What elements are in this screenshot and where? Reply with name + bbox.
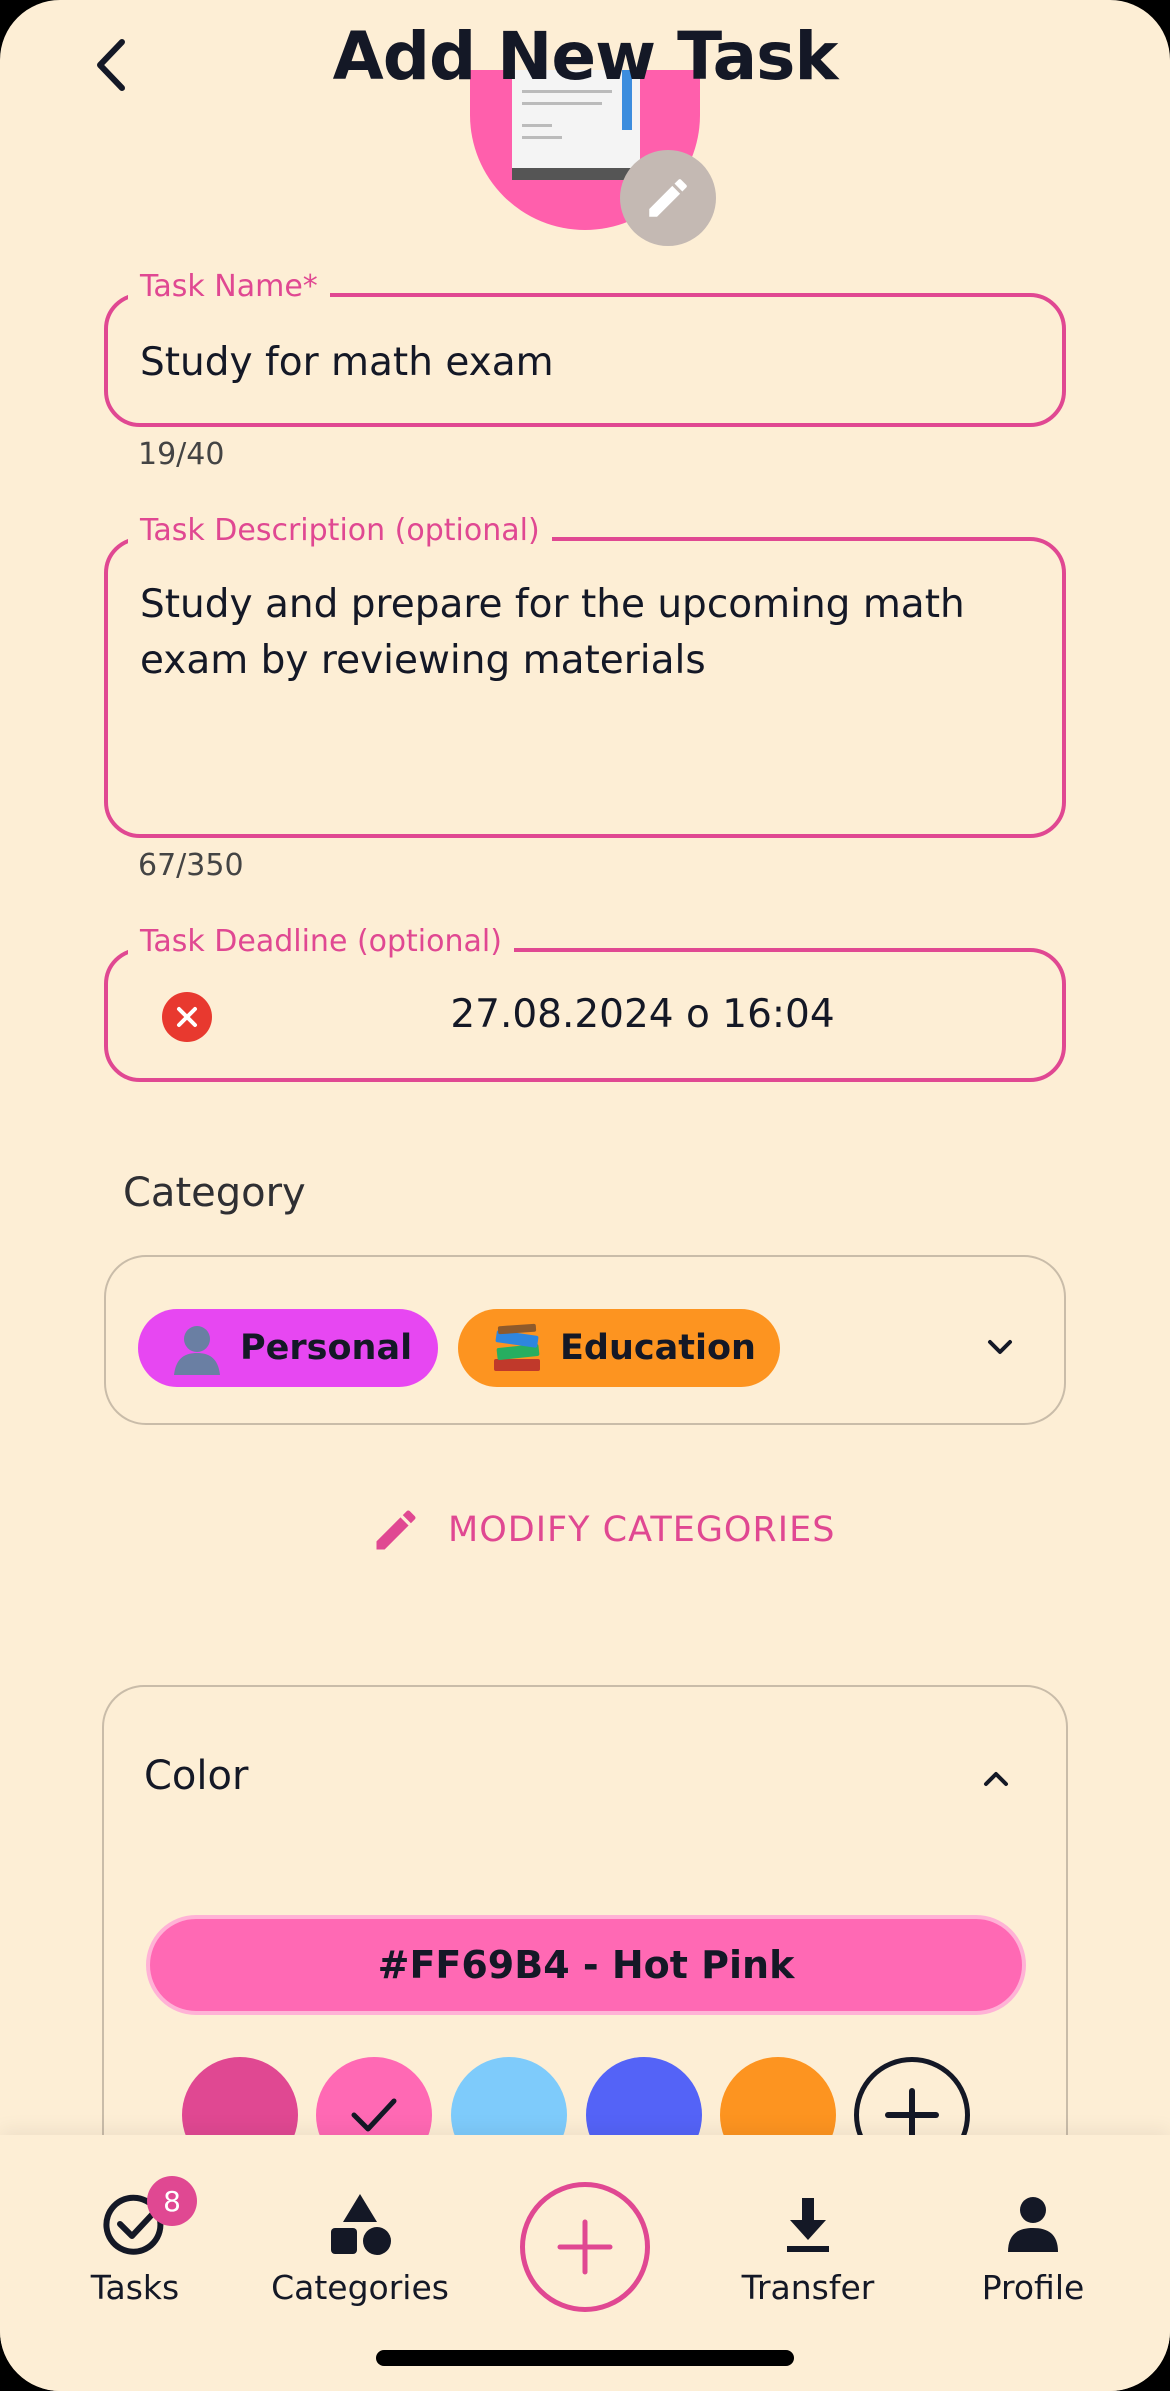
color-title: Color: [144, 1753, 249, 1799]
books-icon: [488, 1319, 546, 1377]
edit-image-button[interactable]: [620, 150, 716, 246]
page-title: Add New Task: [332, 18, 839, 95]
category-chip-label: Personal: [240, 1328, 413, 1368]
category-select[interactable]: Personal Education: [104, 1255, 1066, 1425]
nav-profile-label: Profile: [981, 2268, 1085, 2307]
task-description-line: Study and prepare for the upcoming math: [140, 582, 965, 627]
color-collapse-toggle[interactable]: [976, 1759, 1016, 1799]
category-dropdown-toggle[interactable]: [980, 1327, 1020, 1367]
category-chip-personal[interactable]: Personal: [138, 1309, 438, 1387]
nav-tasks[interactable]: 8 Tasks: [15, 2176, 255, 2307]
pencil-icon: [649, 179, 687, 217]
category-chip-label: Education: [560, 1328, 756, 1368]
bust-silhouette-icon: [168, 1319, 226, 1377]
check-circle-icon: 8: [100, 2176, 197, 2260]
download-icon: [773, 2190, 843, 2260]
category-chip-education[interactable]: Education: [458, 1309, 780, 1387]
tasks-badge: 8: [147, 2176, 197, 2226]
add-task-button[interactable]: [520, 2182, 650, 2312]
nav-transfer-label: Transfer: [741, 2268, 875, 2307]
task-description-input[interactable]: Study and prepare for the upcoming math …: [140, 577, 965, 689]
task-description-label: Task Description (optional): [128, 513, 552, 548]
task-description-line: exam by reviewing materials: [140, 638, 706, 683]
task-deadline-value[interactable]: 27.08.2024 o 16:04: [108, 992, 1062, 1037]
task-description-field[interactable]: Task Description (optional) Study and pr…: [104, 513, 1066, 838]
nav-categories-label: Categories: [271, 2268, 449, 2307]
task-deadline-label: Task Deadline (optional): [128, 924, 514, 959]
task-name-input[interactable]: Study for math exam: [140, 335, 554, 391]
selected-color-label: #FF69B4 - Hot Pink: [146, 1915, 1026, 2015]
task-description-counter: 67/350: [138, 848, 244, 883]
app-screen: Add New Task Task Name* Study for math e…: [0, 0, 1170, 2391]
modify-categories-label: MODIFY CATEGORIES: [448, 1510, 836, 1550]
home-indicator: [376, 2350, 794, 2366]
chevron-up-icon: [984, 1772, 1008, 1786]
task-name-label: Task Name*: [128, 269, 330, 304]
nav-tasks-label: Tasks: [90, 2268, 180, 2307]
nav-categories[interactable]: Categories: [240, 2190, 480, 2307]
person-icon: [998, 2190, 1068, 2260]
plus-icon: [557, 2219, 613, 2275]
task-deadline-field[interactable]: Task Deadline (optional) 27.08.2024 o 16…: [104, 924, 1066, 1082]
nav-profile[interactable]: Profile: [913, 2190, 1153, 2307]
pencil-icon: [376, 1510, 416, 1550]
modify-categories-button[interactable]: MODIFY CATEGORIES: [370, 1500, 835, 1560]
chevron-down-icon: [988, 1340, 1012, 1354]
category-title: Category: [123, 1170, 306, 1216]
shapes-icon: [325, 2190, 395, 2260]
task-name-field[interactable]: Task Name* Study for math exam: [104, 269, 1066, 427]
nav-transfer[interactable]: Transfer: [688, 2190, 928, 2307]
task-name-counter: 19/40: [138, 437, 225, 472]
